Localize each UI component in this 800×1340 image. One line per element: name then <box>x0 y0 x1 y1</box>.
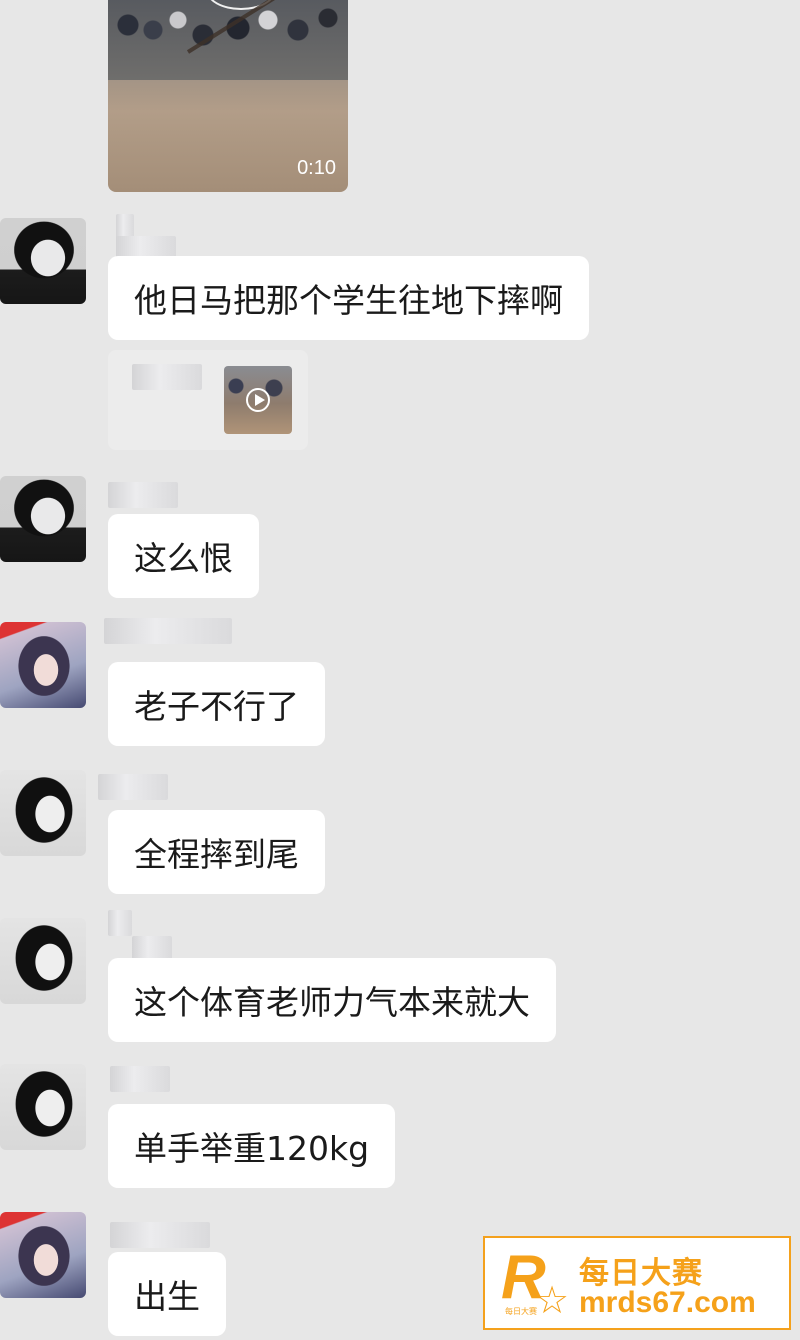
message-bubble[interactable]: 出生 <box>108 1252 226 1336</box>
chat-window: 0:10 他日马把那个学生往地下摔啊 这么恨 老子不行了 全程摔到尾 这个体育老… <box>0 0 800 1340</box>
avatar[interactable] <box>0 1212 86 1298</box>
message-bubble[interactable]: 这个体育老师力气本来就大 <box>108 958 556 1042</box>
avatar[interactable] <box>0 218 86 304</box>
avatar[interactable] <box>0 918 86 1004</box>
sender-name-blurred <box>110 1222 210 1248</box>
avatar[interactable] <box>0 622 86 708</box>
video-message-thumbnail[interactable]: 0:10 <box>108 0 348 192</box>
video-frame-crowd <box>108 0 348 80</box>
sender-name-blurred <box>98 774 168 800</box>
message-bubble[interactable]: 全程摔到尾 <box>108 810 325 894</box>
shared-video-card[interactable] <box>108 350 308 450</box>
play-icon <box>246 388 270 412</box>
avatar[interactable] <box>0 476 86 562</box>
message-bubble[interactable]: 老子不行了 <box>108 662 325 746</box>
sender-name-blurred <box>104 618 232 644</box>
message-text: 全程摔到尾 <box>134 835 299 874</box>
message-bubble[interactable]: 这么恨 <box>108 514 259 598</box>
avatar[interactable] <box>0 1064 86 1150</box>
site-watermark: R ☆ 每日大赛 每日大赛 mrds67.com <box>483 1236 791 1330</box>
sender-name-blurred <box>132 364 202 390</box>
logo-small-text: 每日大赛 <box>505 1307 537 1316</box>
sender-name-blurred <box>110 1066 170 1092</box>
message-text: 这么恨 <box>134 539 233 578</box>
shared-video-thumbnail[interactable] <box>224 366 292 434</box>
message-bubble[interactable]: 他日马把那个学生往地下摔啊 <box>108 256 589 340</box>
message-text: 这个体育老师力气本来就大 <box>134 983 530 1022</box>
message-text: 单手举重120kg <box>134 1129 370 1168</box>
video-duration: 0:10 <box>297 157 336 179</box>
message-text: 老子不行了 <box>134 687 299 726</box>
message-bubble[interactable]: 单手举重120kg <box>108 1104 396 1188</box>
message-text: 出生 <box>134 1277 200 1316</box>
sender-name-blurred <box>108 910 132 936</box>
brand-logo-icon: R ☆ 每日大赛 <box>499 1243 569 1322</box>
sender-name-blurred <box>108 482 178 508</box>
star-icon: ☆ <box>535 1278 570 1322</box>
watermark-url: mrds67.com <box>579 1286 756 1319</box>
avatar[interactable] <box>0 770 86 856</box>
message-text: 他日马把那个学生往地下摔啊 <box>134 281 563 320</box>
